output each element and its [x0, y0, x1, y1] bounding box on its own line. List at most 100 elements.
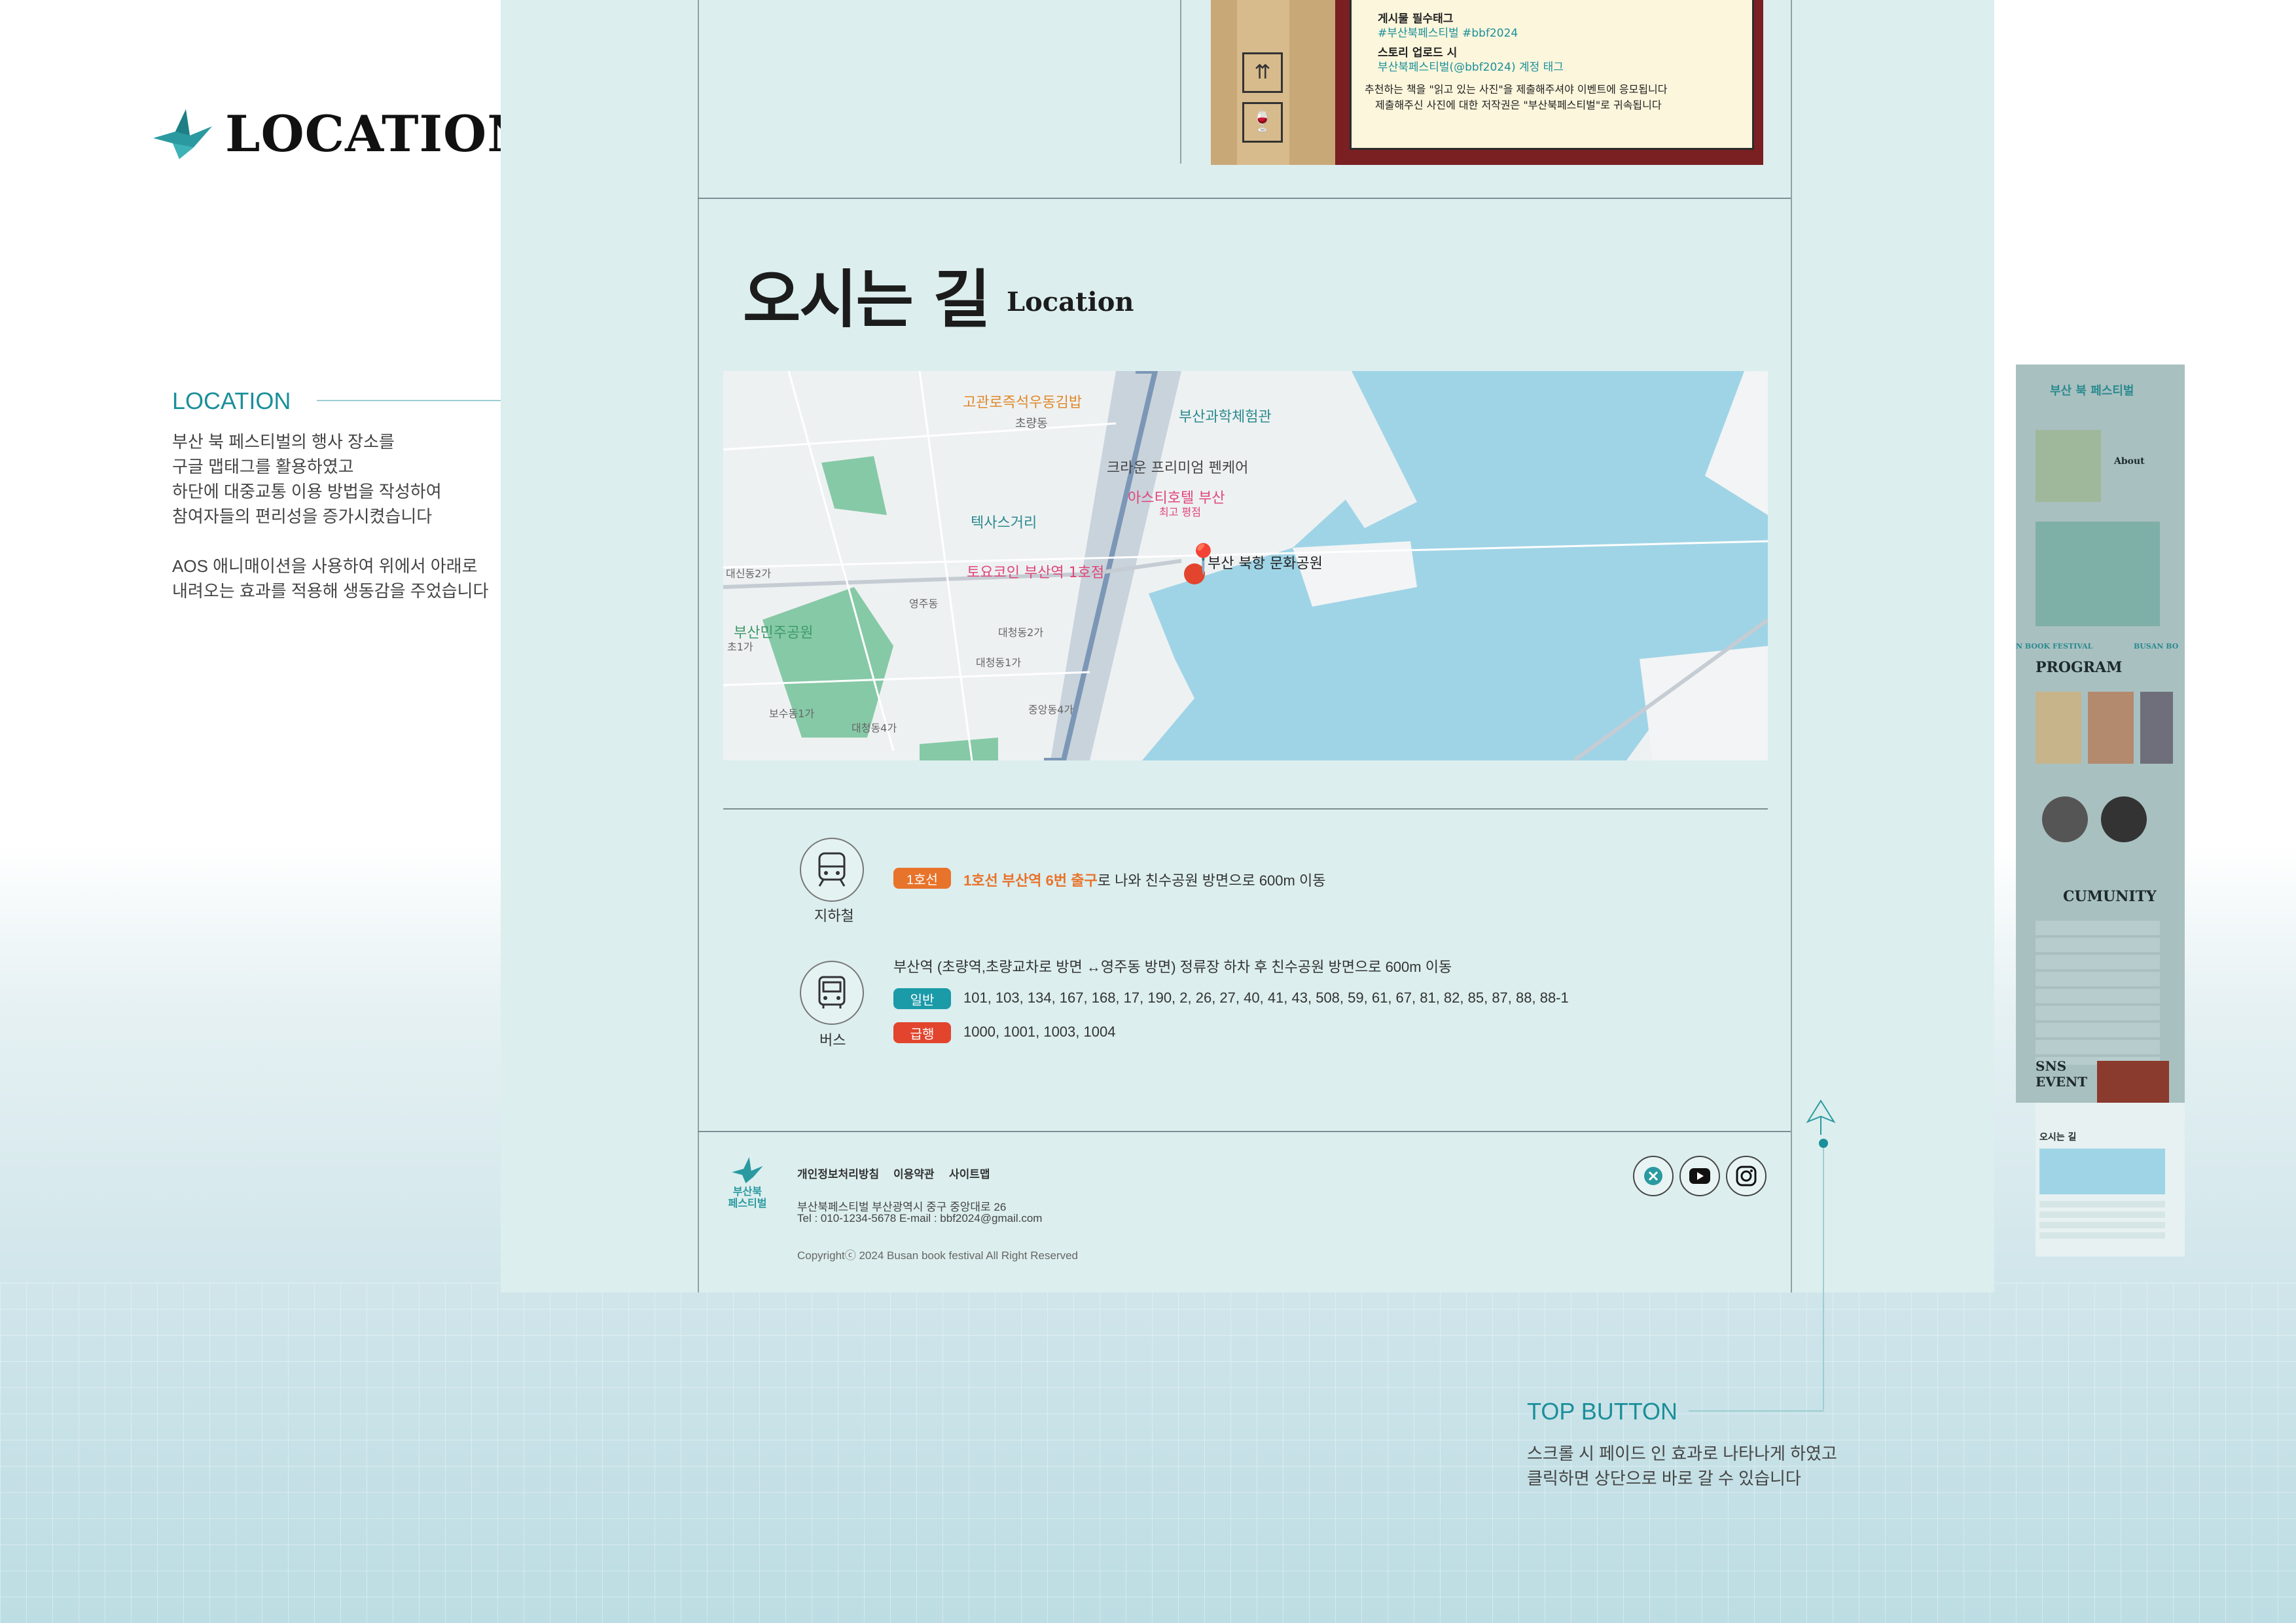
- crane-logo-icon: [153, 109, 212, 159]
- bus-description: 부산역 (초량역,초량교차로 방면 ↔영주동 방면) 정류장 하차 후 친수공원…: [893, 959, 1452, 975]
- section-subtitle: Location: [1007, 287, 1134, 317]
- thumb-transport: [2039, 1201, 2165, 1240]
- line1-badge: 1호선: [893, 868, 951, 889]
- grid-background: [0, 1283, 2296, 1623]
- footer-logo[interactable]: 부산북 페스티벌: [723, 1157, 772, 1209]
- location-annotation-text: 부산 북 페스티벌의 행사 장소를 구글 맵태그를 활용하였고 하단에 대중교통…: [172, 429, 488, 603]
- annotation-spacer: [172, 529, 488, 554]
- top-button-annotation-title: TOP BUTTON: [1527, 1398, 1678, 1425]
- express-bus-routes: 1000, 1001, 1003, 1004: [963, 1024, 1116, 1040]
- thumb-avatar: [2042, 796, 2088, 842]
- subway-icon: [800, 838, 864, 902]
- top-button-annotation-text: 스크롤 시 페이드 인 효과로 나타나게 하였고 클릭하면 상단으로 바로 갈 …: [1527, 1441, 1837, 1491]
- this-side-up-icon: ⇈: [1242, 52, 1283, 93]
- section-brand: LOCATION: [153, 105, 533, 163]
- subway-directions-text: 로 나와 친수공원 방면으로 600m 이동: [1097, 872, 1326, 889]
- section-divider: [698, 198, 1791, 199]
- footer-crane-icon: [732, 1157, 763, 1183]
- map-label: 대청동2가: [998, 626, 1044, 639]
- privacy-policy-link[interactable]: 개인정보처리방침: [797, 1165, 879, 1181]
- annotation-line: 내려오는 효과를 적용해 생동감을 주었습니다: [172, 581, 489, 601]
- subway-label: 지하철: [814, 908, 854, 924]
- thumb-illustration: [2036, 522, 2160, 626]
- footer-logo-text: 부산북 페스티벌: [728, 1185, 767, 1209]
- thumb-text: 오시는 길: [2039, 1132, 2077, 1143]
- map-label: 텍사스거리: [971, 515, 1037, 531]
- instagram-icon[interactable]: [1726, 1156, 1767, 1196]
- map-label: 중앙동4가: [1028, 704, 1074, 716]
- map-label: 최고 평점: [1159, 506, 1201, 518]
- google-map[interactable]: 고관로즉석우동김밥 부산과학체험관 초량동 크라운 프리미엄 펜케어 아스티호텔…: [723, 371, 1768, 760]
- annotation-line: AOS 애니매이션을 사용하여 위에서 아래로: [172, 556, 478, 576]
- thumb-avatar: [2101, 796, 2147, 842]
- annotation-line: 스크롤 시 페이드 인 효과로 나타나게 하였고: [1527, 1444, 1837, 1463]
- full-page-thumbnail: 부산 북 페스티벌 About N BOOK FESTIVAL BUSAN BO…: [2016, 365, 2185, 1103]
- footer-copyright: Copyrightⓒ 2024 Busan book festival All …: [797, 1249, 1079, 1262]
- thumb-text: EVENT: [2036, 1074, 2088, 1090]
- thumbnail-location-section: 오시는 길: [2036, 1103, 2185, 1257]
- bus-label: 버스: [819, 1032, 846, 1048]
- terms-link[interactable]: 이용약관: [893, 1165, 935, 1181]
- thumb-map-art: [2036, 430, 2101, 502]
- event-line: 제출해주신 사진에 대한 저작권은 "부산북페스티벌"로 귀속됩니다: [1375, 99, 1662, 111]
- map-divider: [723, 808, 1768, 810]
- thumb-text: CUMUNITY: [2063, 888, 2157, 905]
- event-line: #부산북페스티벌 #bbf2024: [1378, 27, 1518, 40]
- thumb-list: [2036, 921, 2160, 1065]
- annotation-line: 클릭하면 상단으로 바로 갈 수 있습니다: [1527, 1469, 1801, 1488]
- map-label: 영주동: [909, 597, 939, 610]
- x-twitter-icon[interactable]: [1633, 1156, 1674, 1196]
- express-bus-badge: 급행: [893, 1022, 951, 1043]
- thumb-text: N BOOK FESTIVAL: [2016, 642, 2093, 651]
- top-button[interactable]: [1805, 1099, 1837, 1139]
- annotation-connector: [1823, 1148, 1824, 1410]
- event-line: 추천하는 책을 "읽고 있는 사진"을 제출해주셔야 이벤트에 응모됩니다: [1365, 83, 1668, 96]
- sitemap-link[interactable]: 사이트맵: [949, 1165, 990, 1181]
- annotation-line: 참여자들의 편리성을 증가시켰습니다: [172, 507, 433, 526]
- map-label: 부산과학체험관: [1179, 409, 1272, 425]
- annotation-connector: [1689, 1410, 1824, 1412]
- brand-title: LOCATION: [225, 105, 533, 163]
- annotation-dot: [1819, 1139, 1828, 1148]
- general-bus-badge: 일반: [893, 988, 951, 1009]
- general-bus-routes: 101, 103, 134, 167, 168, 17, 190, 2, 26,…: [963, 990, 1569, 1006]
- thumb-card: [2036, 692, 2081, 764]
- map-label: 대신동2가: [726, 567, 772, 580]
- map-label: 초1가: [727, 641, 753, 653]
- thumb-text: 부산 북 페스티벌: [2050, 384, 2134, 398]
- thumb-text: About: [2114, 456, 2145, 467]
- youtube-icon[interactable]: [1679, 1156, 1720, 1196]
- subway-directions: 1호선 부산역 6번 출구로 나와 친수공원 방면으로 600m 이동: [963, 869, 1325, 890]
- map-label: 초량동: [1015, 417, 1048, 431]
- thumb-text: SNS: [2036, 1058, 2067, 1074]
- map-label: 대청동4가: [852, 722, 897, 734]
- map-label: 보수동1가: [769, 707, 815, 720]
- sns-event-crop: ⇈ 🍷 게시물 필수태그 #부산북페스티벌 #bbf2024 스토리 업로드 시…: [1211, 0, 1763, 165]
- fragile-icon: 🍷: [1242, 102, 1283, 143]
- thumb-text: PROGRAM: [2036, 659, 2123, 676]
- thumb-text: BUSAN BO: [2134, 642, 2179, 651]
- location-annotation-title: LOCATION: [172, 387, 291, 414]
- map-label: 대청동1가: [976, 656, 1022, 669]
- thumb-event-card: [2097, 1061, 2169, 1103]
- annotation-line: 구글 맵태그를 활용하였고: [172, 457, 354, 476]
- annotation-line: 부산 북 페스티벌의 행사 장소를: [172, 432, 395, 452]
- section-title: 오시는 길: [743, 263, 991, 336]
- map-label: 부산 북항 문화공원: [1208, 556, 1323, 572]
- footer-contact: Tel : 010-1234-5678 E-mail : bbf2024@gma…: [797, 1212, 1043, 1224]
- map-label: 고관로즉석우동김밥: [963, 395, 1083, 411]
- divider: [1180, 0, 1181, 164]
- subway-exit-highlight: 1호선 부산역 6번 출구: [963, 872, 1098, 889]
- thumb-card: [2140, 692, 2173, 764]
- top-arrow-icon: [1806, 1099, 1836, 1135]
- footer-divider: [698, 1131, 1791, 1132]
- thumb-card: [2088, 692, 2134, 764]
- annotation-line: 하단에 대중교통 이용 방법을 작성하여: [172, 482, 442, 501]
- event-line: 부산북페스티벌(@bbf2024) 계정 태그: [1378, 61, 1564, 74]
- thumb-map: [2039, 1149, 2165, 1194]
- event-card: 게시물 필수태그 #부산북페스티벌 #bbf2024 스토리 업로드 시 부산북…: [1350, 0, 1754, 150]
- bus-icon: [800, 961, 864, 1025]
- map-label: 크라운 프리미엄 펜케어: [1107, 460, 1249, 476]
- map-label: 토요코인 부산역 1호점: [967, 565, 1105, 581]
- location-pin-icon[interactable]: 📍: [1185, 545, 1221, 574]
